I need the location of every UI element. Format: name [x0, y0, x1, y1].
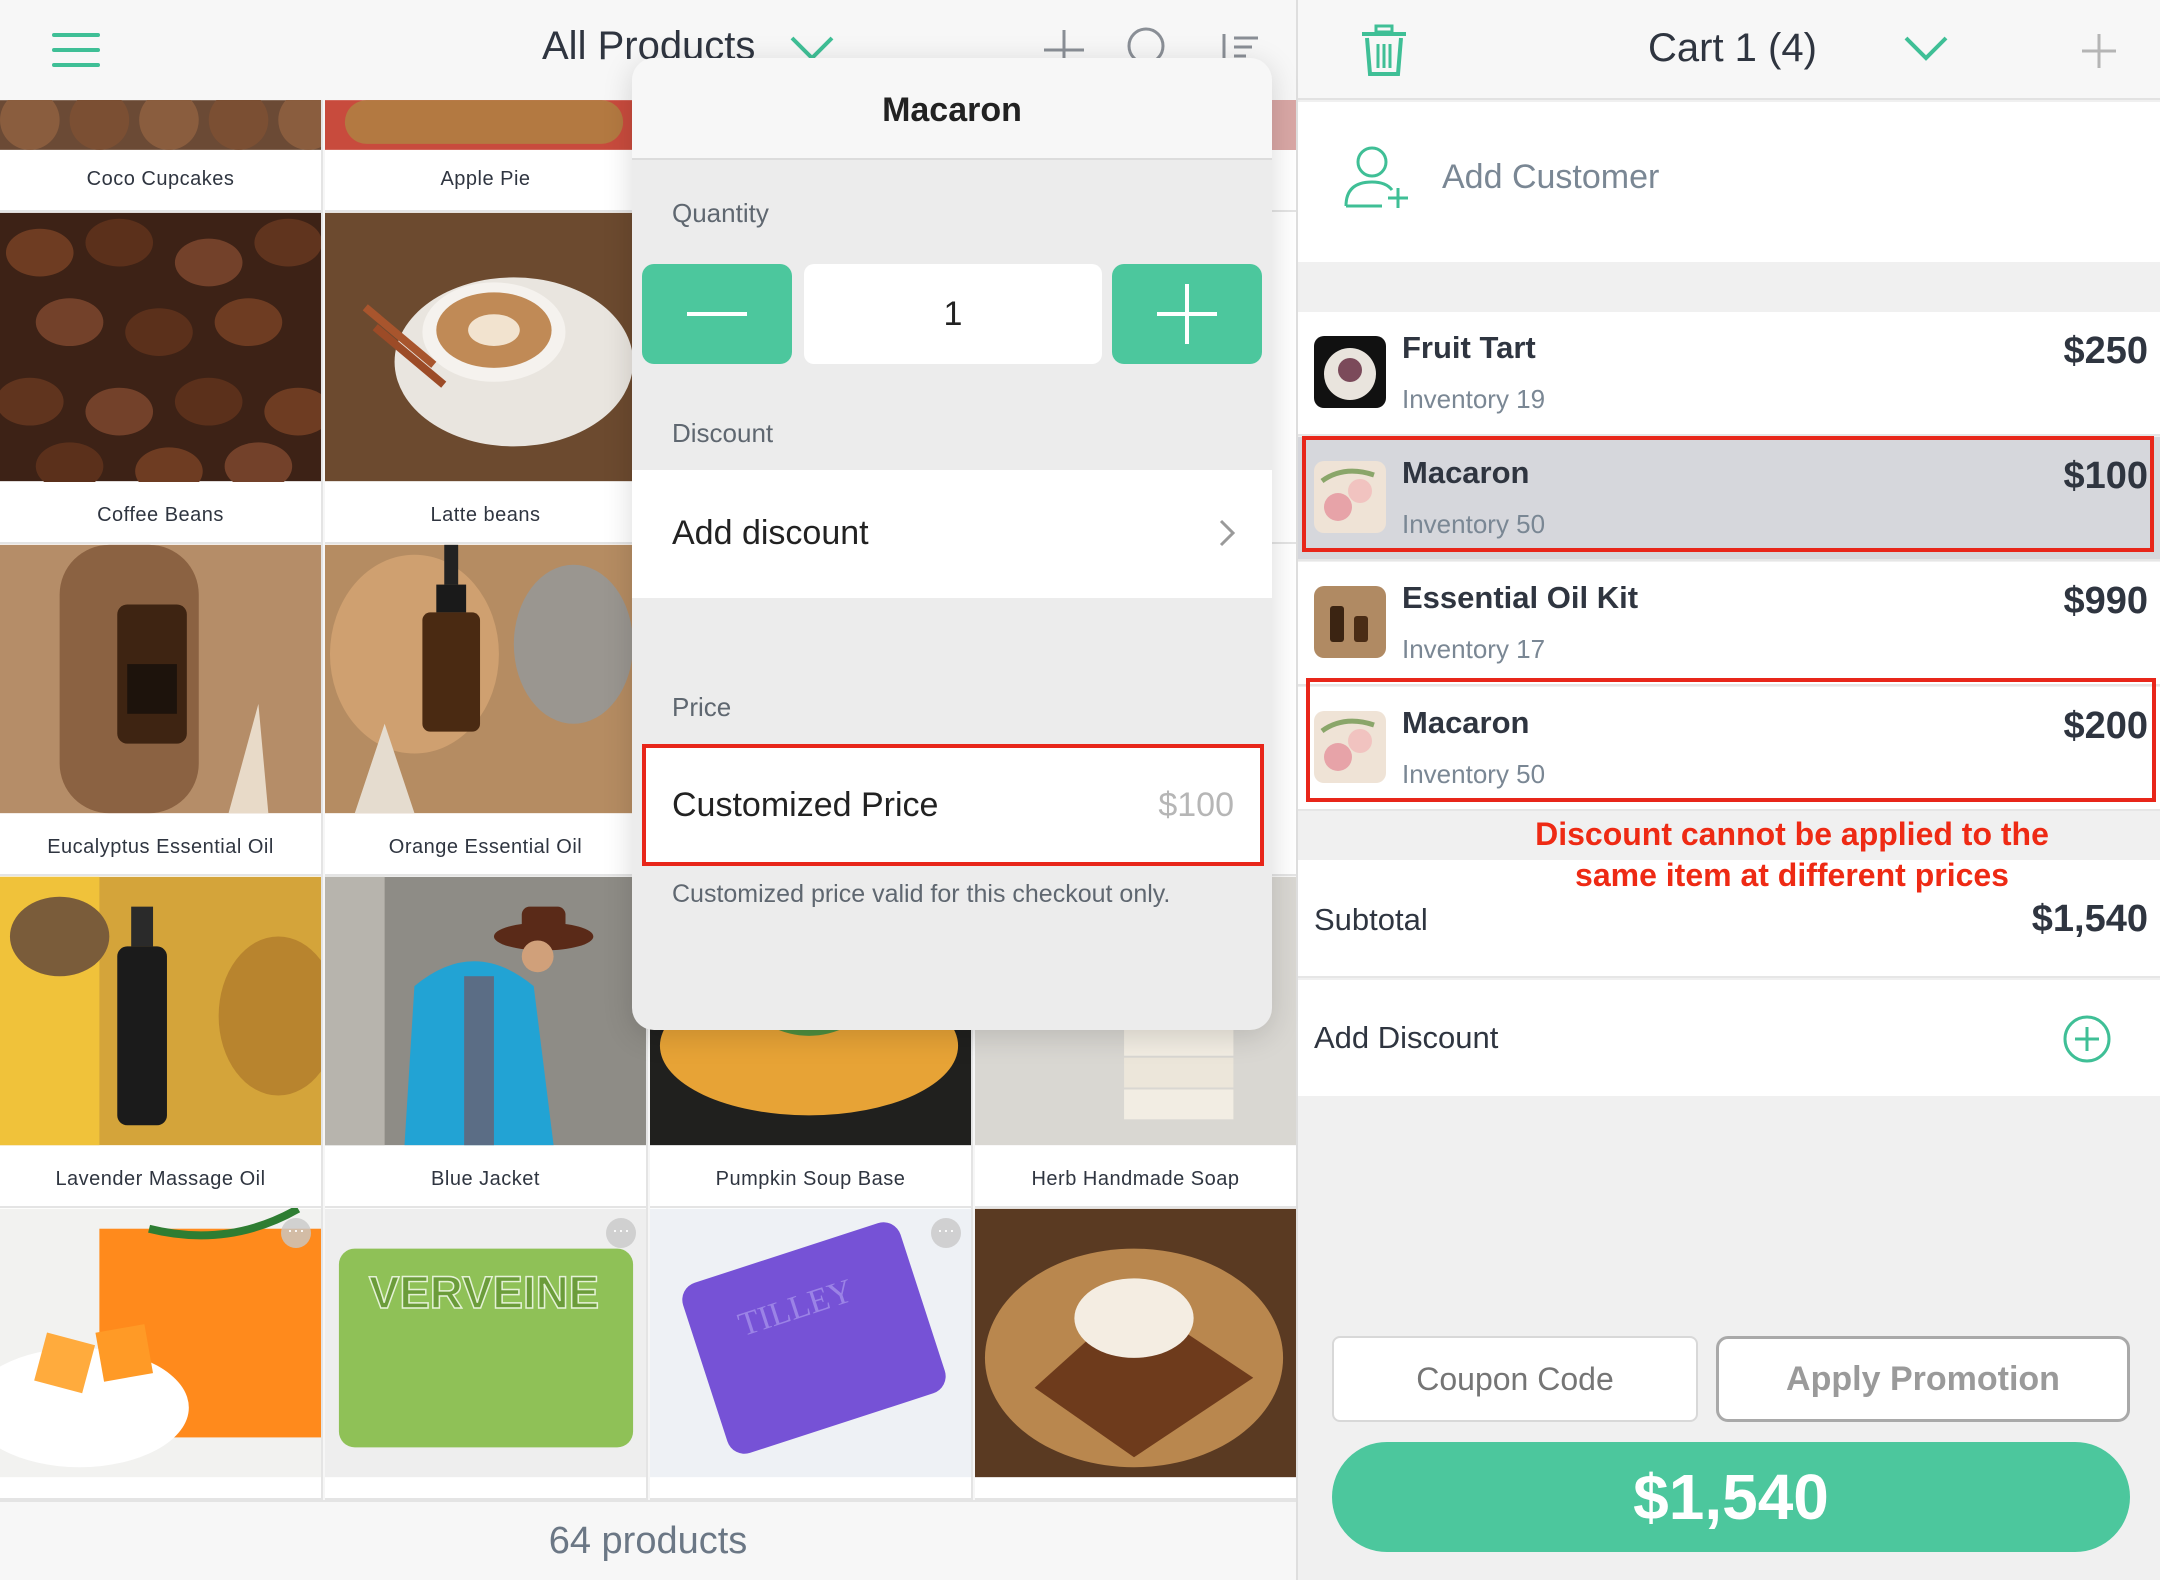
- annotation-highlight-box: [1306, 678, 2156, 802]
- product-name: Blue Jacket: [431, 1168, 540, 1190]
- menu-icon[interactable]: [52, 33, 100, 67]
- product-image: [0, 100, 321, 150]
- apply-promotion-button[interactable]: Apply Promotion: [1716, 1336, 2130, 1422]
- add-cart-discount-button[interactable]: Add Discount: [1298, 980, 2160, 1096]
- discount-label: Discount: [672, 418, 774, 448]
- add-customer-label: Add Customer: [1442, 158, 1660, 196]
- product-name: Pumpkin Soup Base: [715, 1168, 906, 1190]
- item-name: Fruit Tart: [1402, 330, 1536, 365]
- chevron-right-icon: [1219, 519, 1236, 547]
- product-image: TILLEY: [650, 1208, 971, 1478]
- plus-circle-icon: [2063, 1015, 2111, 1063]
- cart-title[interactable]: Cart 1 (4): [1648, 26, 1817, 71]
- product-image: VERVEINE: [325, 1208, 646, 1478]
- customized-price-note: Customized price valid for this checkout…: [672, 880, 1171, 908]
- popover-title: Macaron: [882, 91, 1022, 129]
- item-price: $250: [2063, 330, 2148, 372]
- product-tile[interactable]: Eucalyptus Essential Oil: [0, 544, 323, 876]
- add-customer-button[interactable]: Add Customer: [1298, 102, 2160, 262]
- subtotal-label: Subtotal: [1314, 902, 1428, 937]
- product-name: Eucalyptus Essential Oil: [47, 836, 274, 858]
- product-image: [975, 1208, 1296, 1478]
- add-discount-item-label: Add discount: [672, 514, 869, 552]
- item-price: $990: [2063, 580, 2148, 622]
- popover-header: Macaron: [632, 58, 1272, 160]
- product-tile[interactable]: Latte beans: [325, 212, 648, 544]
- more-options-icon[interactable]: ···: [606, 1218, 636, 1248]
- product-tile[interactable]: TILLEY ···: [650, 1208, 973, 1500]
- quantity-label: Quantity: [672, 198, 769, 228]
- trash-icon[interactable]: [1360, 24, 1408, 76]
- product-tile[interactable]: Apple Pie: [325, 100, 648, 212]
- product-image: [325, 100, 646, 150]
- product-image: [0, 212, 321, 482]
- add-discount-item-button[interactable]: Add discount: [632, 470, 1272, 598]
- item-thumbnail: [1314, 586, 1386, 658]
- product-name: Apple Pie: [440, 168, 531, 190]
- cart-item[interactable]: Essential Oil Kit Inventory 17 $990: [1298, 562, 2160, 686]
- product-tile[interactable]: Coco Cupcakes: [0, 100, 323, 212]
- item-inventory: Inventory 19: [1402, 384, 1546, 414]
- more-options-icon[interactable]: ···: [931, 1218, 961, 1248]
- product-image: [0, 1208, 321, 1478]
- product-browser-footer: 64 products: [0, 1500, 1296, 1580]
- quantity-decrement-button[interactable]: [642, 264, 792, 364]
- customized-price-label: Customized Price: [672, 786, 939, 824]
- product-image: [325, 544, 646, 814]
- product-image: [325, 212, 646, 482]
- item-inventory: Inventory 17: [1402, 634, 1546, 664]
- plus-icon[interactable]: [2080, 32, 2118, 70]
- cart-header: Cart 1 (4): [1298, 0, 2160, 100]
- verveine-text: VERVEINE: [369, 1267, 599, 1318]
- product-tile[interactable]: ···: [0, 1208, 323, 1500]
- more-options-icon[interactable]: ···: [281, 1218, 311, 1248]
- customized-price-field[interactable]: Customized Price $100: [642, 744, 1264, 866]
- product-tile[interactable]: [975, 1208, 1296, 1500]
- product-image: [325, 876, 646, 1146]
- product-name: Orange Essential Oil: [388, 836, 583, 858]
- item-edit-popover: Macaron Quantity 1 Discount Add discount…: [632, 58, 1272, 1030]
- products-count: 64 products: [548, 1520, 748, 1562]
- product-name: Coffee Beans: [97, 504, 224, 526]
- product-name: Herb Handmade Soap: [1031, 1168, 1240, 1190]
- item-thumbnail: [1314, 336, 1386, 408]
- add-user-icon: [1344, 146, 1408, 208]
- product-tile[interactable]: Blue Jacket: [325, 876, 648, 1208]
- annotation-note: Discount cannot be applied to the same i…: [1535, 816, 2049, 893]
- coupon-code-input[interactable]: [1332, 1336, 1698, 1422]
- product-name: Latte beans: [430, 504, 541, 526]
- cart-panel: Cart 1 (4) Add Customer Fruit Tart Inven…: [1296, 0, 2160, 1580]
- product-tile[interactable]: Orange Essential Oil: [325, 544, 648, 876]
- product-tile[interactable]: VERVEINE ···: [325, 1208, 648, 1500]
- product-image: [0, 876, 321, 1146]
- product-name: Lavender Massage Oil: [55, 1168, 266, 1190]
- customized-price-input[interactable]: $100: [1158, 786, 1234, 825]
- quantity-input[interactable]: 1: [804, 264, 1102, 364]
- price-label: Price: [672, 692, 732, 722]
- quantity-increment-button[interactable]: [1112, 264, 1262, 364]
- item-name: Essential Oil Kit: [1402, 580, 1639, 615]
- checkout-total-button[interactable]: $1,540: [1332, 1442, 2130, 1552]
- product-tile[interactable]: Coffee Beans: [0, 212, 323, 544]
- minus-icon: [687, 312, 747, 316]
- add-cart-discount-label: Add Discount: [1314, 1020, 1499, 1055]
- annotation-highlight-box: [1302, 436, 2154, 552]
- chevron-down-icon[interactable]: [1902, 34, 1950, 64]
- product-tile[interactable]: Lavender Massage Oil: [0, 876, 323, 1208]
- product-image: [0, 544, 321, 814]
- cart-item[interactable]: Fruit Tart Inventory 19 $250: [1298, 312, 2160, 436]
- subtotal-value: $1,540: [2031, 898, 2148, 940]
- product-name: Coco Cupcakes: [86, 168, 235, 190]
